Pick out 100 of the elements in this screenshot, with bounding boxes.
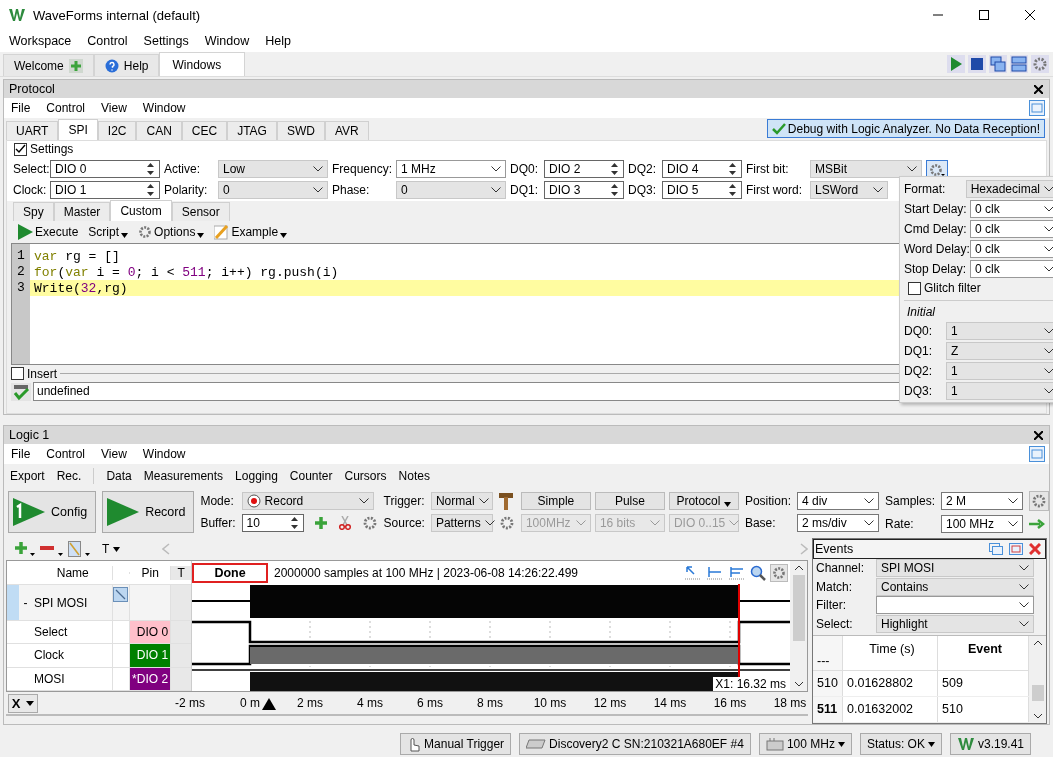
protocol-tab[interactable]: SWD: [276, 121, 325, 140]
run-button[interactable]: Record: [102, 491, 195, 533]
trigger-cell[interactable]: [171, 585, 191, 620]
signal-row[interactable]: MOSI *DIO 2: [7, 667, 191, 691]
toolbar-item[interactable]: Export: [10, 469, 45, 483]
dropdown[interactable]: DIO 5: [662, 180, 742, 199]
close-icon[interactable]: [1034, 84, 1043, 94]
close-icon[interactable]: [1025, 10, 1035, 20]
dropdown[interactable]: Patterns: [430, 514, 493, 532]
toolbar-button[interactable]: Script: [88, 225, 129, 239]
protocol-tab[interactable]: I2C: [97, 121, 137, 140]
dropdown[interactable]: 0 clk: [970, 220, 1053, 238]
dropdown[interactable]: 0 clk: [970, 240, 1053, 258]
scroll-thumb[interactable]: [1031, 685, 1044, 702]
zoom-icon[interactable]: [750, 564, 766, 581]
menu-item[interactable]: Window: [142, 447, 186, 461]
dropdown[interactable]: Normal: [430, 492, 493, 510]
dropdown[interactable]: Low: [218, 159, 328, 178]
checkbox[interactable]: [908, 281, 921, 295]
workspace-tab[interactable]: Help: [93, 54, 160, 76]
status-button[interactable]: Status: OK: [859, 733, 942, 755]
protocol-tab[interactable]: CEC: [181, 121, 228, 140]
scroll-down-icon[interactable]: [1032, 712, 1043, 719]
dropdown[interactable]: MSBit: [810, 159, 922, 178]
column-header[interactable]: T: [171, 565, 191, 580]
toolbar-button[interactable]: Options: [138, 225, 205, 239]
collapse-toggle[interactable]: -: [23, 595, 28, 610]
toolbar-button[interactable]: Example: [214, 224, 288, 240]
workspace-tab[interactable]: Welcome: [3, 54, 94, 76]
dropdown[interactable]: DIO 0: [50, 159, 160, 178]
spellcheck-icon[interactable]: [11, 382, 31, 401]
undock-icon[interactable]: [1029, 446, 1045, 462]
toolbar-item[interactable]: Logging: [235, 469, 278, 483]
trigger-button[interactable]: Pulse: [594, 492, 665, 510]
vertical-scrollbar[interactable]: [1029, 635, 1046, 723]
toolbar-item[interactable]: Cursors: [344, 469, 387, 483]
menu-item[interactable]: Window: [142, 101, 186, 115]
mode-tab[interactable]: Master: [53, 202, 111, 221]
menu-item[interactable]: Workspace: [9, 34, 72, 48]
dropdown[interactable]: DIO 2: [544, 159, 624, 178]
plus-icon[interactable]: [14, 541, 36, 557]
run-button[interactable]: Config: [8, 491, 97, 533]
mode-tab[interactable]: Custom: [110, 200, 172, 221]
column-header[interactable]: Time (s): [843, 635, 938, 670]
protocol-tab[interactable]: CAN: [136, 121, 182, 140]
axis-menu-button[interactable]: X: [8, 693, 38, 713]
menu-item[interactable]: View: [101, 101, 127, 115]
mode-tab[interactable]: Sensor: [171, 202, 230, 221]
split-icon[interactable]: [1010, 55, 1028, 73]
dropdown[interactable]: 4 div: [796, 492, 879, 510]
plus-icon[interactable]: [313, 516, 328, 530]
settings-icon[interactable]: [498, 515, 515, 531]
toolbar-item[interactable]: Notes: [398, 469, 430, 483]
dropdown[interactable]: DIO 3: [544, 180, 624, 199]
windows-icon[interactable]: [989, 55, 1007, 73]
dropdown[interactable]: DIO 4: [662, 159, 742, 178]
settings-icon[interactable]: [1029, 491, 1049, 511]
settings-icon[interactable]: [1031, 55, 1049, 73]
run-icon[interactable]: [947, 55, 965, 73]
scroll-up-icon[interactable]: [793, 565, 804, 571]
stop-icon[interactable]: [968, 55, 986, 73]
workspace-tab[interactable]: Windows: [159, 52, 246, 76]
status-button[interactable]: 100 MHz: [758, 733, 852, 755]
dropdown[interactable]: Z: [946, 342, 1053, 360]
trigger-menu[interactable]: T: [102, 542, 110, 556]
dropdown[interactable]: 0: [218, 180, 328, 199]
dropdown[interactable]: 1: [946, 322, 1053, 340]
settings-icon[interactable]: [361, 515, 378, 531]
menu-item[interactable]: Help: [265, 34, 291, 48]
dropdown[interactable]: DIO 1: [50, 180, 160, 199]
vertical-scrollbar[interactable]: [790, 561, 807, 691]
checkbox[interactable]: [11, 367, 24, 380]
trigger-cell[interactable]: [171, 620, 191, 644]
trigger-button[interactable]: Protocol: [668, 492, 739, 510]
status-button[interactable]: Discovery2 C SN:210321A680EF #4: [519, 733, 751, 755]
menu-item[interactable]: Control: [46, 447, 86, 461]
scroll-up-icon[interactable]: [1032, 639, 1043, 646]
dropdown[interactable]: Contains: [876, 577, 1034, 596]
menu-item[interactable]: Control: [46, 101, 86, 115]
protocol-tab[interactable]: UART: [6, 121, 59, 140]
scroll-thumb[interactable]: [792, 575, 805, 641]
dropdown[interactable]: 1 MHz: [396, 159, 506, 178]
toolbar-item[interactable]: Counter: [289, 469, 333, 483]
dropdown[interactable]: 0 clk: [970, 200, 1053, 218]
trigger-marker-icon[interactable]: [262, 698, 276, 710]
menu-item[interactable]: View: [101, 447, 127, 461]
dropdown[interactable]: 1: [946, 382, 1053, 400]
close-icon[interactable]: [1034, 430, 1043, 440]
dropdown[interactable]: Highlight: [876, 614, 1034, 633]
menu-item[interactable]: File: [11, 447, 31, 461]
checkbox[interactable]: [14, 142, 27, 156]
scissors-icon[interactable]: [337, 516, 352, 530]
dropdown[interactable]: LSWord: [810, 180, 888, 199]
protocol-tab[interactable]: AVR: [324, 121, 369, 140]
dropdown[interactable]: Record: [241, 492, 374, 510]
menu-item[interactable]: Control: [87, 34, 128, 48]
hammer-icon[interactable]: [498, 492, 513, 510]
menu-item[interactable]: Window: [204, 34, 250, 48]
number-field[interactable]: 10: [241, 514, 304, 532]
protocol-tab[interactable]: JTAG: [227, 121, 277, 140]
